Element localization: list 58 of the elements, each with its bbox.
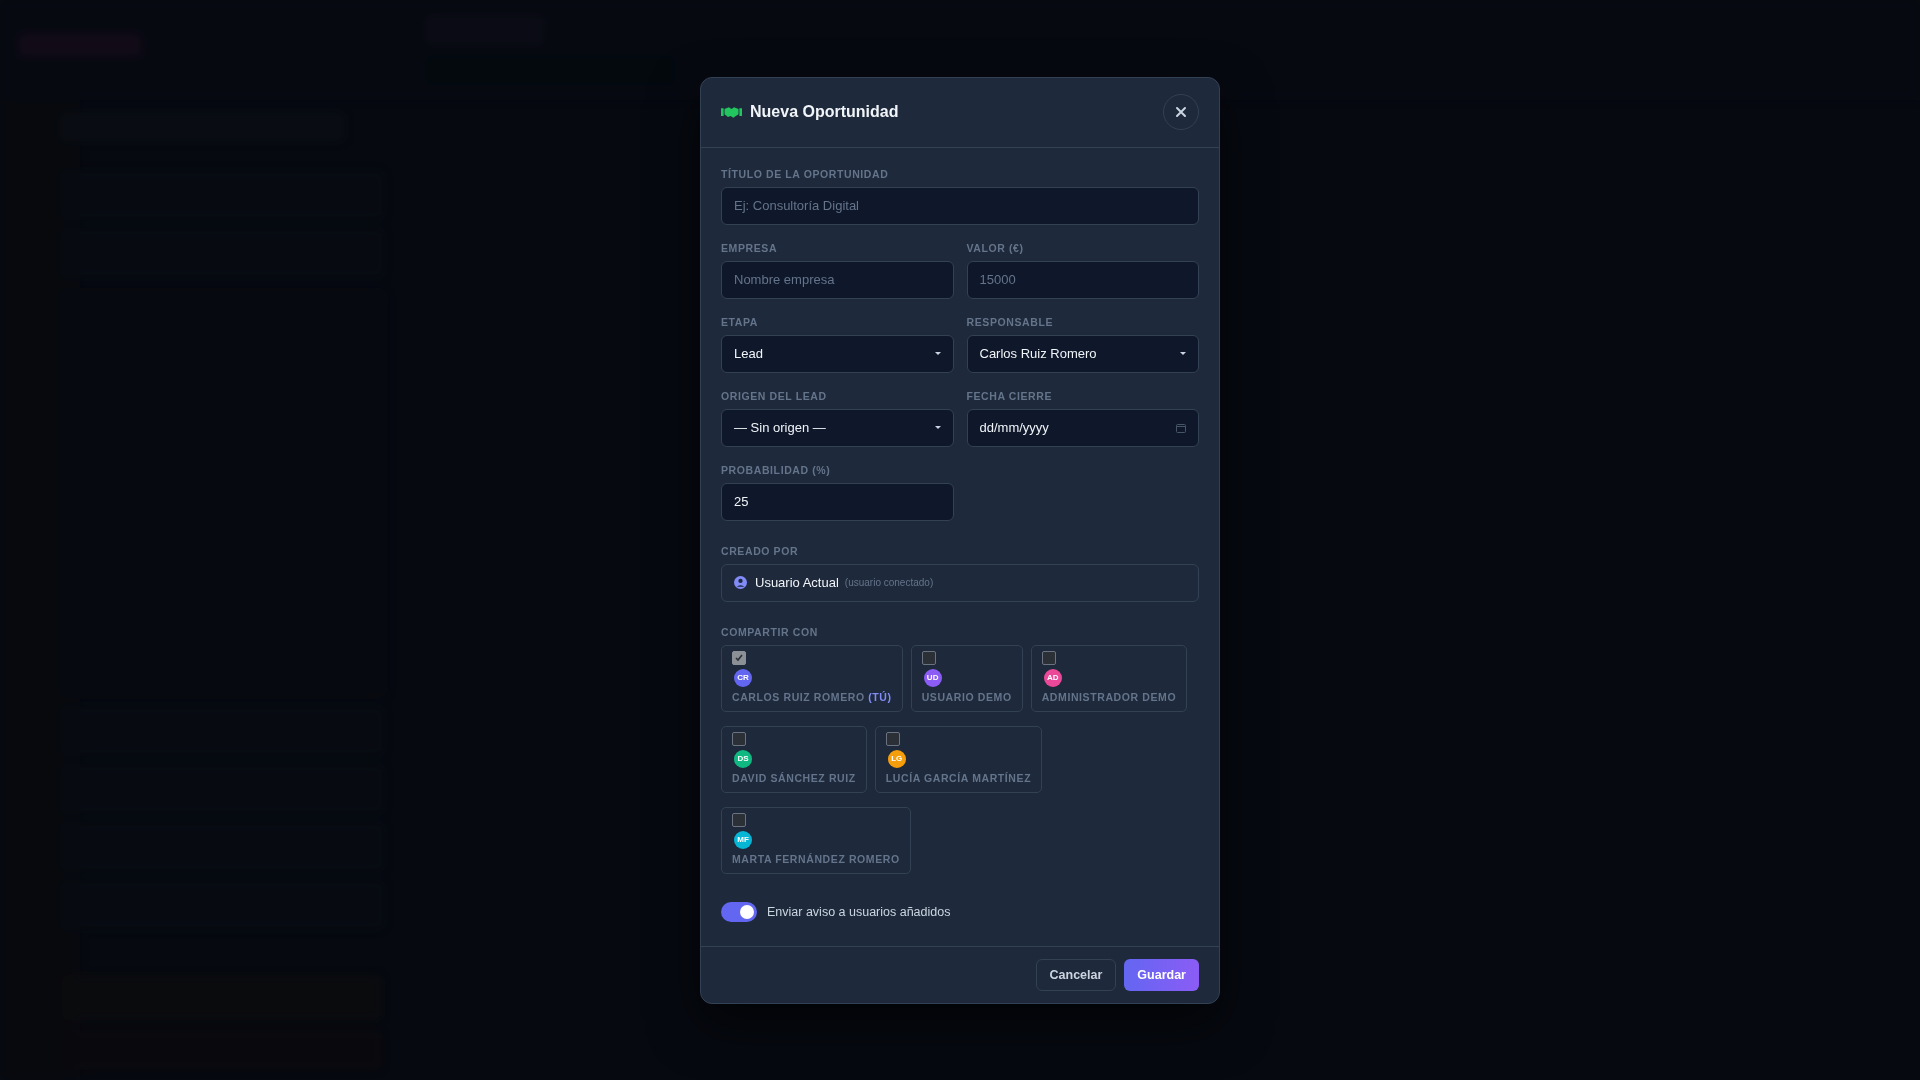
handshake-icon — [721, 105, 742, 119]
checkbox[interactable] — [885, 731, 900, 746]
user-avatar: DS — [734, 749, 752, 768]
field-label: VALOR (€) — [966, 241, 1025, 254]
user-avatar: CR — [734, 668, 752, 687]
creator-note: (usuario conectado) — [844, 577, 934, 588]
close-button[interactable] — [1163, 94, 1199, 130]
field-label: EMPRESA — [721, 241, 779, 254]
input-field[interactable]: Ej: Consultoría Digital — [721, 186, 1199, 225]
user-name: MARTA FERNÁNDEZ ROMERO — [732, 852, 900, 865]
creator-name: Usuario Actual — [755, 575, 839, 590]
input-field[interactable]: 25 — [721, 482, 954, 521]
user-avatar: LG — [887, 749, 906, 768]
field-label: FECHA CIERRE — [966, 389, 1054, 402]
toggle-switch[interactable] — [721, 901, 757, 922]
field-label: TÍTULO DE LA OPORTUNIDAD — [721, 167, 890, 180]
field-label: COMPARTIR CON — [721, 625, 819, 638]
select-field[interactable]: — Sin origen — — [721, 408, 954, 447]
input-field[interactable]: 15000 — [966, 260, 1199, 299]
date-field[interactable]: dd/mm/yyyy — [966, 408, 1199, 447]
user-avatar: MF — [734, 830, 752, 849]
caret-icon — [1180, 352, 1186, 355]
user-name: LUCÍA GARCÍA MARTÍNEZ — [885, 771, 1032, 784]
user-option[interactable]: UD USUARIO DEMO — [910, 644, 1023, 712]
toggle-label: Enviar aviso a usuarios añadidos — [767, 904, 951, 919]
cancel-button[interactable]: Cancelar — [1035, 958, 1117, 991]
input-field[interactable]: Nombre empresa — [721, 260, 954, 299]
user-option[interactable]: DS DAVID SÁNCHEZ RUIZ — [721, 725, 867, 793]
caret-icon — [934, 352, 941, 355]
field-label: ETAPA — [721, 315, 760, 328]
dialog-title: Nueva Oportunidad — [750, 103, 900, 121]
calendar-icon — [1176, 422, 1186, 433]
select-field[interactable]: Lead — [721, 334, 954, 373]
user-avatar: UD — [923, 668, 942, 687]
user-option[interactable]: LG LUCÍA GARCÍA MARTÍNEZ — [874, 725, 1043, 793]
user-option[interactable]: MF MARTA FERNÁNDEZ ROMERO — [721, 806, 911, 874]
checkbox[interactable] — [732, 812, 746, 827]
user-name: USUARIO DEMO — [921, 690, 1012, 703]
user-name: CARLOS RUIZ ROMERO (TÚ) — [732, 690, 892, 703]
user-icon — [734, 576, 747, 589]
user-option[interactable]: AD ADMINISTRADOR DEMO — [1030, 644, 1188, 712]
user-name: ADMINISTRADOR DEMO — [1041, 690, 1177, 703]
user-avatar: AD — [1043, 668, 1062, 687]
close-icon — [1175, 106, 1187, 118]
user-name: DAVID SÁNCHEZ RUIZ — [732, 771, 856, 784]
caret-icon — [934, 426, 941, 429]
check-icon — [734, 652, 744, 663]
checkbox[interactable] — [732, 650, 746, 665]
checkbox[interactable] — [1041, 650, 1056, 665]
select-field[interactable]: Carlos Ruiz Romero — [966, 334, 1199, 373]
field-label: PROBABILIDAD (%) — [721, 463, 832, 476]
field-label: CREADO POR — [721, 544, 800, 557]
checkbox[interactable] — [732, 731, 746, 746]
field-label: RESPONSABLE — [966, 315, 1055, 328]
user-option[interactable]: CR CARLOS RUIZ ROMERO (TÚ) — [721, 644, 903, 712]
save-button[interactable]: Guardar — [1124, 958, 1199, 991]
field-label: ORIGEN DEL LEAD — [721, 389, 828, 402]
checkbox[interactable] — [921, 650, 936, 665]
